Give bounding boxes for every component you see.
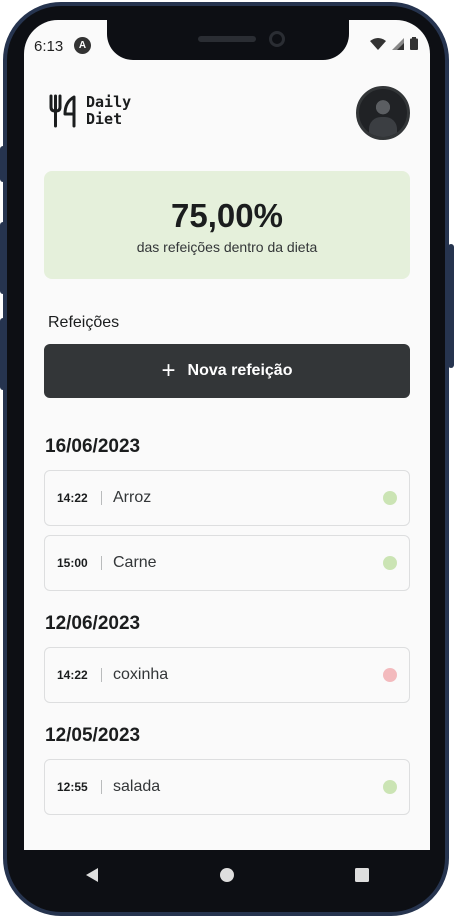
wifi-icon (370, 37, 386, 50)
new-meal-label: Nova refeição (187, 362, 293, 379)
back-triangle-icon[interactable] (84, 867, 100, 883)
app-logo: Daily Diet (48, 94, 131, 128)
day-date: 12/05/2023 (45, 725, 141, 746)
meal-name: salada (113, 778, 161, 795)
android-nav-bar (24, 850, 430, 900)
meal-divider (101, 668, 102, 682)
meal-divider (101, 780, 102, 794)
day-date: 16/06/2023 (45, 436, 141, 457)
stats-percentage: 75,00% (171, 197, 283, 234)
diet-status-dot (383, 556, 397, 570)
diet-status-dot (383, 668, 397, 682)
side-button-left-3 (0, 318, 6, 390)
status-time: 6:13 (34, 38, 64, 55)
diet-status-dot (383, 491, 397, 505)
diet-stats-card[interactable]: 75,00% das refeições dentro da dieta (44, 171, 410, 279)
recents-square-icon[interactable] (354, 867, 370, 883)
battery-icon (410, 37, 418, 50)
meal-name: Arroz (113, 489, 152, 506)
meal-time: 14:22 (57, 491, 88, 505)
meal-name: coxinha (113, 666, 169, 683)
signal-icon (392, 37, 404, 50)
avatar[interactable] (356, 86, 410, 140)
diet-status-dot (383, 780, 397, 794)
logo-text: Daily Diet (86, 94, 131, 128)
stats-label: das refeições dentro da dieta (136, 239, 318, 255)
meal-time: 14:22 (57, 668, 88, 682)
status-a-icon: A (74, 37, 91, 54)
side-button-left-2 (0, 222, 6, 294)
meal-item[interactable]: 12:55 salada (44, 759, 410, 815)
meal-divider (101, 556, 102, 570)
status-icons (370, 37, 418, 50)
front-camera (269, 31, 285, 47)
side-button-right (448, 244, 454, 368)
meal-item[interactable]: 14:22 Arroz (44, 470, 410, 526)
meal-divider (101, 491, 102, 505)
logo-line-1: Daily (86, 93, 132, 111)
logo-line-2: Diet (86, 110, 123, 128)
plus-icon: + (161, 357, 176, 384)
meal-name: Carne (113, 554, 157, 571)
new-meal-button[interactable]: + Nova refeição (44, 344, 410, 398)
meal-time: 15:00 (57, 556, 88, 570)
fork-knife-icon (49, 94, 76, 128)
meal-item[interactable]: 15:00 Carne (44, 535, 410, 591)
day-date: 12/06/2023 (45, 613, 141, 634)
meals-section-title: Refeições (48, 314, 120, 331)
side-button-left-1 (0, 146, 6, 182)
meal-item[interactable]: 14:22 coxinha (44, 647, 410, 703)
home-circle-icon[interactable] (219, 867, 235, 883)
meal-time: 12:55 (57, 780, 88, 794)
speaker (198, 36, 256, 42)
